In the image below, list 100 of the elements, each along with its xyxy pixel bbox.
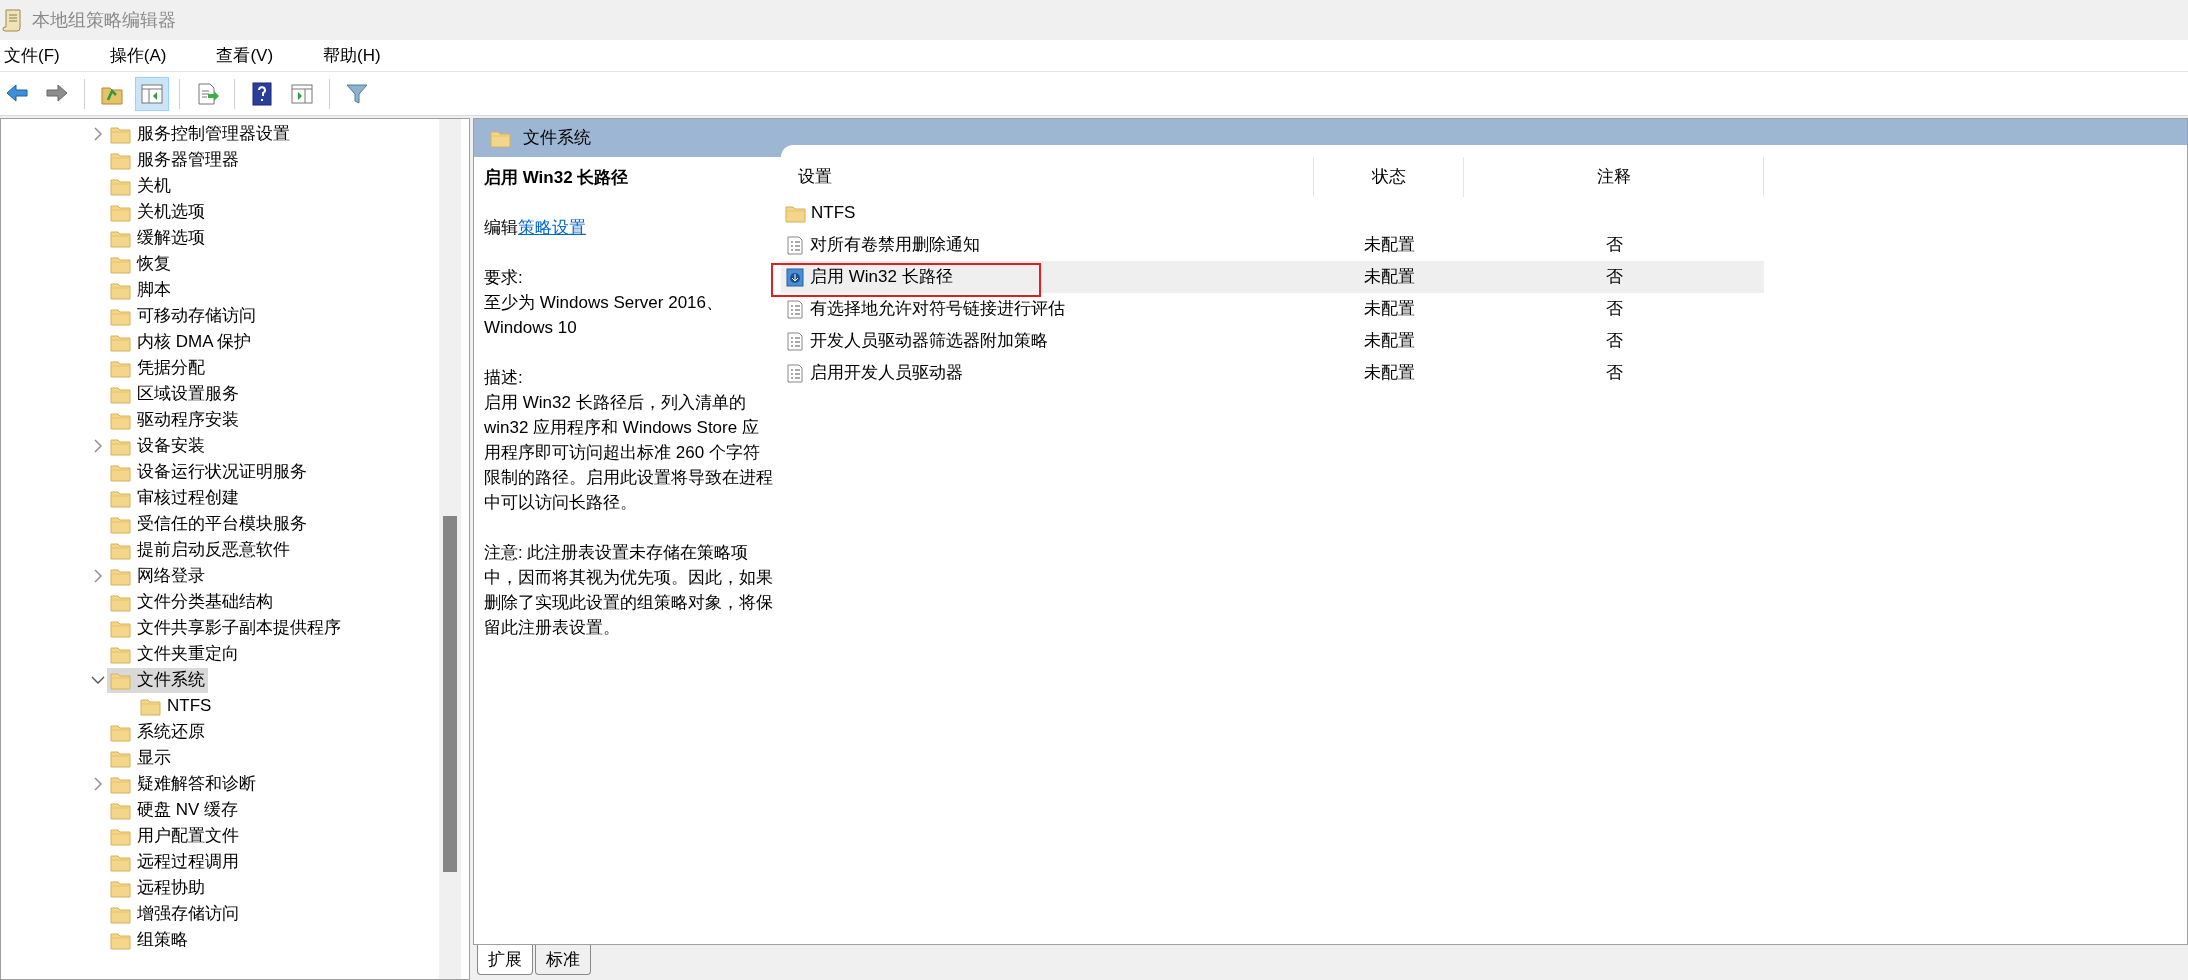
tree-item[interactable]: 受信任的平台模块服务 bbox=[107, 511, 310, 537]
folder-icon bbox=[110, 332, 131, 352]
menu-item[interactable]: 文件(F) bbox=[0, 39, 64, 72]
tree-item[interactable]: 增强存储访问 bbox=[107, 901, 242, 927]
description-label: 描述: bbox=[484, 367, 524, 389]
tree-item-label: 设备运行状况证明服务 bbox=[137, 461, 307, 484]
edit-policy-text: 编辑策略设置 bbox=[484, 217, 587, 239]
tree-item[interactable]: 驱动程序安装 bbox=[107, 407, 242, 433]
tree-item[interactable]: 服务控制管理器设置 bbox=[107, 121, 293, 147]
tree-item[interactable]: 设备安装 bbox=[107, 433, 208, 459]
table-row[interactable]: 开发人员驱动器筛选器附加策略 未配置 否 bbox=[781, 325, 1764, 357]
tree-item-label: 组策略 bbox=[137, 929, 188, 952]
policy-title: 启用 Win32 长路径 bbox=[484, 167, 630, 189]
table-row[interactable]: 对所有卷禁用删除通知 未配置 否 bbox=[781, 229, 1764, 261]
requirements-text: 至少为 Windows Server 2016、Windows 10 bbox=[484, 292, 725, 339]
setting-comment: 否 bbox=[1605, 362, 1623, 385]
filter-icon bbox=[345, 81, 369, 106]
tree-item-label: 增强存储访问 bbox=[137, 903, 239, 926]
tree-item[interactable]: 远程协助 bbox=[107, 875, 208, 901]
setting-name: NTFS bbox=[811, 202, 856, 225]
tree-item[interactable]: 硬盘 NV 缓存 bbox=[107, 797, 242, 823]
tree-item[interactable]: 内核 DMA 保护 bbox=[107, 329, 255, 355]
folder-icon bbox=[110, 774, 131, 794]
tree-item-label: 文件系统 bbox=[137, 669, 205, 692]
tree-item-label: 远程协助 bbox=[137, 877, 205, 900]
table-row[interactable]: 有选择地允许对符号链接进行评估 未配置 否 bbox=[781, 293, 1764, 325]
tree-item[interactable]: 恢复 bbox=[107, 251, 174, 277]
tree-item-label: 文件夹重定向 bbox=[137, 643, 239, 666]
menu-item[interactable]: 帮助(H) bbox=[319, 39, 385, 72]
view-tab[interactable]: 标准 bbox=[535, 945, 591, 975]
tree-item-label: 受信任的平台模块服务 bbox=[137, 513, 307, 536]
tree-item[interactable]: 文件共享影子副本提供程序 bbox=[107, 615, 344, 641]
folder-icon bbox=[110, 436, 131, 456]
tree-item[interactable]: 远程过程调用 bbox=[107, 849, 242, 875]
folder-icon bbox=[110, 462, 131, 482]
tree-item-label: 凭据分配 bbox=[137, 357, 205, 380]
export-list-icon bbox=[195, 81, 219, 106]
tree-item[interactable]: 显示 bbox=[107, 745, 174, 771]
tree-item-label: 用户配置文件 bbox=[137, 825, 239, 848]
menu-item[interactable]: 查看(V) bbox=[212, 39, 278, 72]
policy-settings-link[interactable]: 策略设置 bbox=[518, 218, 586, 237]
tree-item[interactable]: 疑难解答和诊断 bbox=[107, 771, 259, 797]
tree-item[interactable]: 可移动存储访问 bbox=[107, 303, 259, 329]
tree-item[interactable]: 关机选项 bbox=[107, 199, 208, 225]
folder-icon bbox=[110, 254, 131, 274]
tree-item[interactable]: 文件夹重定向 bbox=[107, 641, 242, 667]
folder-icon bbox=[110, 280, 131, 300]
setting-state: 未配置 bbox=[1363, 330, 1415, 353]
tree-item-label: 关机选项 bbox=[137, 201, 205, 224]
tree-item-label: 恢复 bbox=[137, 253, 171, 276]
tree-item-label: 提前启动反恶意软件 bbox=[137, 539, 290, 562]
folder-icon bbox=[490, 128, 511, 148]
setting-comment: 否 bbox=[1605, 298, 1623, 321]
tree-item[interactable]: 凭据分配 bbox=[107, 355, 208, 381]
setting-comment: 否 bbox=[1605, 234, 1623, 257]
scrollbar-thumb[interactable] bbox=[443, 516, 457, 872]
table-row[interactable]: 启用 Win32 长路径 未配置 否 bbox=[781, 261, 1764, 293]
folder-icon bbox=[140, 696, 161, 716]
tree-item[interactable]: 文件系统 bbox=[107, 667, 208, 693]
tree-item[interactable]: 缓解选项 bbox=[107, 225, 208, 251]
column-header[interactable]: 状态 bbox=[1314, 157, 1464, 197]
setting-name: 对所有卷禁用删除通知 bbox=[810, 234, 980, 257]
table-row[interactable]: NTFS bbox=[781, 197, 1764, 229]
folder-icon bbox=[110, 176, 131, 196]
menu-item[interactable]: 操作(A) bbox=[105, 39, 171, 72]
folder-icon bbox=[110, 228, 131, 248]
tree-item-label: NTFS bbox=[167, 695, 212, 718]
tree-item[interactable]: 组策略 bbox=[107, 927, 191, 953]
tree-item[interactable]: 用户配置文件 bbox=[107, 823, 242, 849]
setting-state: 未配置 bbox=[1363, 298, 1415, 321]
column-header[interactable]: 注释 bbox=[1464, 157, 1764, 197]
tree-item[interactable]: 关机 bbox=[107, 173, 174, 199]
folder-icon bbox=[110, 878, 131, 898]
table-row[interactable]: 启用开发人员驱动器 未配置 否 bbox=[781, 357, 1764, 389]
tree-item[interactable]: 文件分类基础结构 bbox=[107, 589, 276, 615]
view-tab[interactable]: 扩展 bbox=[477, 945, 533, 975]
tree-pane-button[interactable] bbox=[135, 76, 169, 111]
tree-item[interactable]: 脚本 bbox=[107, 277, 174, 303]
folder-icon bbox=[110, 358, 131, 378]
folder-icon bbox=[110, 826, 131, 846]
setting-name: 有选择地允许对符号链接进行评估 bbox=[810, 298, 1065, 321]
tree-item[interactable]: 提前启动反恶意软件 bbox=[107, 537, 293, 563]
scrollbar[interactable] bbox=[439, 119, 461, 979]
tree-item-label: 缓解选项 bbox=[137, 227, 205, 250]
tree-item-label: 文件共享影子副本提供程序 bbox=[137, 617, 341, 640]
tree-item[interactable]: 系统还原 bbox=[107, 719, 208, 745]
folder-icon bbox=[110, 124, 131, 144]
tree-item[interactable]: 区域设置服务 bbox=[107, 381, 242, 407]
tree-item-label: 关机 bbox=[137, 175, 171, 198]
column-header[interactable]: 设置 bbox=[781, 157, 1314, 197]
tree-item[interactable]: 设备运行状况证明服务 bbox=[107, 459, 310, 485]
tree-item[interactable]: 审核过程创建 bbox=[107, 485, 242, 511]
tree-item-label: 内核 DMA 保护 bbox=[137, 331, 252, 354]
folder-icon bbox=[110, 670, 131, 690]
tree-item-label: 设备安装 bbox=[137, 435, 205, 458]
tree-item[interactable]: 网络登录 bbox=[107, 563, 208, 589]
window-title: 本地组策略编辑器 bbox=[32, 8, 176, 32]
tree-item[interactable]: NTFS bbox=[137, 693, 215, 719]
tree-item[interactable]: 服务器管理器 bbox=[107, 147, 242, 173]
folder-icon bbox=[785, 203, 806, 223]
